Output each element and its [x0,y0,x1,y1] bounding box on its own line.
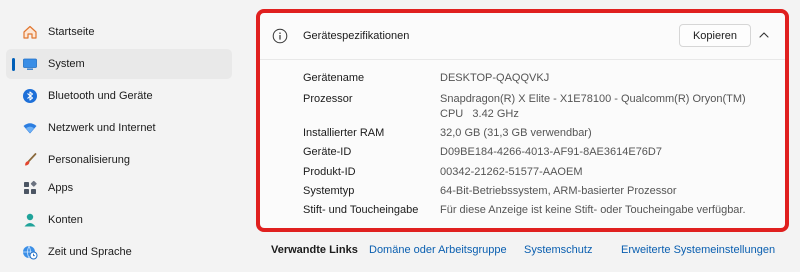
spec-value-pen-touch: Für diese Anzeige ist keine Stift- oder … [440,204,746,216]
info-icon [272,28,288,44]
device-specs-card: Gerätespezifikationen Kopieren Gerätenam… [259,11,787,229]
spec-label-device-name: Gerätename [303,72,365,84]
spec-value-device-id: D09BE184-4266-4013-AF91-8AE3614E76D7 [440,146,662,158]
link-system-protection[interactable]: Systemschutz [524,244,592,256]
sidebar-item-label: Konten [48,214,83,226]
chevron-up-icon[interactable] [758,30,770,40]
selection-indicator [12,58,15,71]
monitor-icon [22,56,38,72]
sidebar-item-zeit-sprache[interactable]: Zeit und Sprache [6,237,232,267]
sidebar: Startseite System Bluetooth und Geräte N… [0,0,238,272]
sidebar-item-label: Zeit und Sprache [48,246,132,258]
sidebar-item-label: Personalisierung [48,154,130,166]
sidebar-item-konten[interactable]: Konten [6,205,232,235]
account-icon [22,212,38,228]
spec-label-pen-touch: Stift- und Toucheingabe [303,204,419,216]
wifi-icon [22,120,38,136]
brush-icon [22,152,38,168]
home-icon [22,24,38,40]
device-specs-header[interactable]: Gerätespezifikationen Kopieren [260,12,786,60]
apps-icon [22,180,38,196]
spec-value-device-name: DESKTOP-QAQQVKJ [440,72,550,84]
spec-label-processor: Prozessor [303,93,353,105]
sidebar-item-startseite[interactable]: Startseite [6,17,232,47]
globe-clock-icon [22,244,38,260]
spec-value-processor: Snapdragon(R) X Elite - X1E78100 - Qualc… [440,93,746,105]
related-links-bar: Verwandte Links Domäne oder Arbeitsgrupp… [259,236,799,266]
spec-value-processor-line2: CPU 3.42 GHz [440,108,519,120]
sidebar-item-label: System [48,58,85,70]
sidebar-item-label: Startseite [48,26,95,38]
sidebar-item-bluetooth[interactable]: Bluetooth und Geräte [6,81,232,111]
spec-label-system-type: Systemtyp [303,185,355,197]
copy-button[interactable]: Kopieren [679,24,751,47]
bluetooth-icon [22,88,38,104]
sidebar-item-system[interactable]: System [6,49,232,79]
sidebar-item-label: Bluetooth und Geräte [48,90,153,102]
link-domain-workgroup[interactable]: Domäne oder Arbeitsgruppe [369,244,507,256]
related-links-title: Verwandte Links [271,244,358,256]
spec-value-product-id: 00342-21262-51577-AAOEM [440,166,583,178]
spec-label-device-id: Geräte-ID [303,146,352,158]
spec-label-ram: Installierter RAM [303,127,385,139]
sidebar-item-netzwerk[interactable]: Netzwerk und Internet [6,113,232,143]
sidebar-item-apps[interactable]: Apps [6,173,232,203]
spec-value-ram: 32,0 GB (31,3 GB verwendbar) [440,127,592,139]
device-specs-title: Gerätespezifikationen [303,30,410,42]
sidebar-item-label: Apps [48,182,74,194]
link-advanced-system-settings[interactable]: Erweiterte Systemeinstellungen [621,244,775,256]
sidebar-item-label: Netzwerk und Internet [48,122,156,134]
spec-value-system-type: 64-Bit-Betriebssystem, ARM-basierter Pro… [440,185,677,197]
sidebar-item-personalisierung[interactable]: Personalisierung [6,145,232,175]
spec-label-product-id: Produkt-ID [303,166,356,178]
